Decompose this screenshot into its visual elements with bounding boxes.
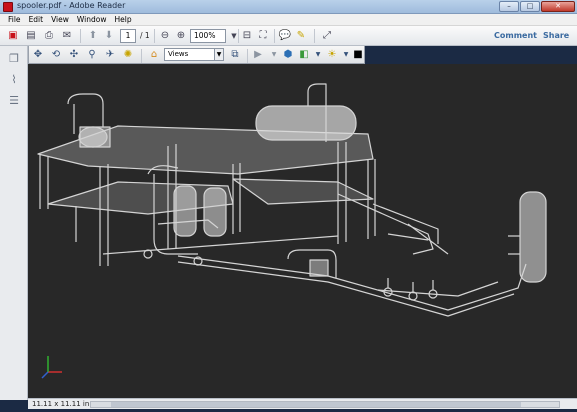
print-icon[interactable]: ⎙ (42, 29, 56, 43)
rotate-tool-icon[interactable]: ✥ (31, 48, 45, 62)
camera-properties-icon[interactable]: ✺ (121, 48, 135, 62)
home-view-icon[interactable]: ⌂ (147, 48, 161, 62)
save-icon[interactable]: ▤ (24, 29, 38, 43)
background-color-icon[interactable]: ■ (351, 48, 365, 62)
render-mode-icon[interactable]: ◧ (297, 48, 311, 62)
spin-tool-icon[interactable]: ⟲ (49, 48, 63, 62)
views-dropdown[interactable]: Views ▼ (164, 48, 224, 61)
toolbar-separator (274, 29, 275, 43)
expand-icon[interactable]: ⤢ (320, 29, 334, 43)
menu-bar: File Edit View Window Help (0, 14, 577, 26)
main-toolbar: ▣ ▤ ⎙ ✉ ⬆ ⬇ 1 / 1 ⊖ ⊕ 100% ▼ ⊟ ⛶ 💬 ✎ ⤢ C… (0, 26, 577, 46)
attachments-paperclip-icon[interactable]: ⌇ (7, 73, 21, 87)
pages-panel-icon[interactable]: ❐ (7, 52, 21, 66)
next-page-icon[interactable]: ⬇ (102, 29, 116, 43)
title-bar: spooler.pdf - Adobe Reader – □ ✕ (0, 0, 577, 14)
menu-help[interactable]: Help (110, 14, 135, 25)
fit-page-icon[interactable]: ⊟ (240, 29, 254, 43)
perspective-icon[interactable]: ⬢ (281, 48, 295, 62)
toolbar-separator (80, 29, 81, 43)
maximize-button[interactable]: □ (520, 1, 540, 12)
comment-button[interactable]: Comment (494, 31, 537, 40)
zoom-tool-icon[interactable]: ⚲ (85, 48, 99, 62)
3d-viewport[interactable] (28, 64, 577, 398)
zoom-in-icon[interactable]: ⊕ (174, 29, 188, 43)
previous-page-icon[interactable]: ⬆ (86, 29, 100, 43)
window-title: spooler.pdf - Adobe Reader (17, 1, 126, 10)
play-animation-icon[interactable]: ▶ (251, 48, 265, 62)
menu-view[interactable]: View (47, 14, 73, 25)
axis-triad (41, 356, 62, 379)
animation-chevron-down-icon[interactable]: ▼ (267, 48, 281, 62)
zoom-level-field[interactable]: 100% (190, 29, 226, 43)
comment-bubble-icon[interactable]: 💬 (278, 29, 292, 43)
toolbar-separator (247, 49, 248, 63)
chevron-down-icon: ▼ (214, 49, 223, 60)
views-dropdown-label: Views (168, 50, 189, 58)
page-size-label: 11.11 x 11.11 in (32, 400, 90, 408)
toolbar-separator (141, 49, 142, 63)
toolbar-separator (314, 29, 315, 43)
status-bar: 11.11 x 11.11 in (28, 398, 577, 409)
toolbar-separator (238, 29, 239, 43)
zoom-out-icon[interactable]: ⊖ (158, 29, 172, 43)
lighting-icon[interactable]: ☀ (325, 48, 339, 62)
toolbar-separator (154, 29, 155, 43)
pan-tool-icon[interactable]: ✣ (67, 48, 81, 62)
close-button[interactable]: ✕ (541, 1, 575, 12)
scrollbar-thumb[interactable] (111, 402, 521, 407)
menu-file[interactable]: File (4, 14, 25, 25)
menu-window[interactable]: Window (73, 14, 111, 25)
model-tree-toggle-icon[interactable]: ⧉ (228, 48, 242, 62)
render-chevron-down-icon[interactable]: ▼ (311, 48, 325, 62)
minimize-button[interactable]: – (499, 1, 519, 12)
page-total-label: / 1 (140, 31, 150, 40)
pipe-spool-3d-model (37, 83, 547, 379)
adobe-reader-icon (3, 2, 13, 12)
share-button[interactable]: Share (543, 31, 569, 40)
email-icon[interactable]: ✉ (60, 29, 74, 43)
create-pdf-icon[interactable]: ▣ (6, 29, 20, 43)
3d-toolbar: ✥ ⟲ ✣ ⚲ ✈ ✺ ⌂ Views ▼ ⧉ ▶ ▼ ⬢ ◧ ▼ ☀ ▼ ■ (28, 46, 365, 64)
navigation-sidebar: ❐ ⌇ ☰ (0, 46, 28, 400)
model-tree-icon[interactable]: ☰ (7, 94, 21, 108)
walk-tool-icon[interactable]: ✈ (103, 48, 117, 62)
sign-icon[interactable]: ✎ (294, 29, 308, 43)
full-screen-icon[interactable]: ⛶ (256, 29, 270, 43)
horizontal-scrollbar[interactable] (90, 401, 560, 408)
menu-edit[interactable]: Edit (25, 14, 48, 25)
page-number-input[interactable]: 1 (120, 29, 136, 43)
